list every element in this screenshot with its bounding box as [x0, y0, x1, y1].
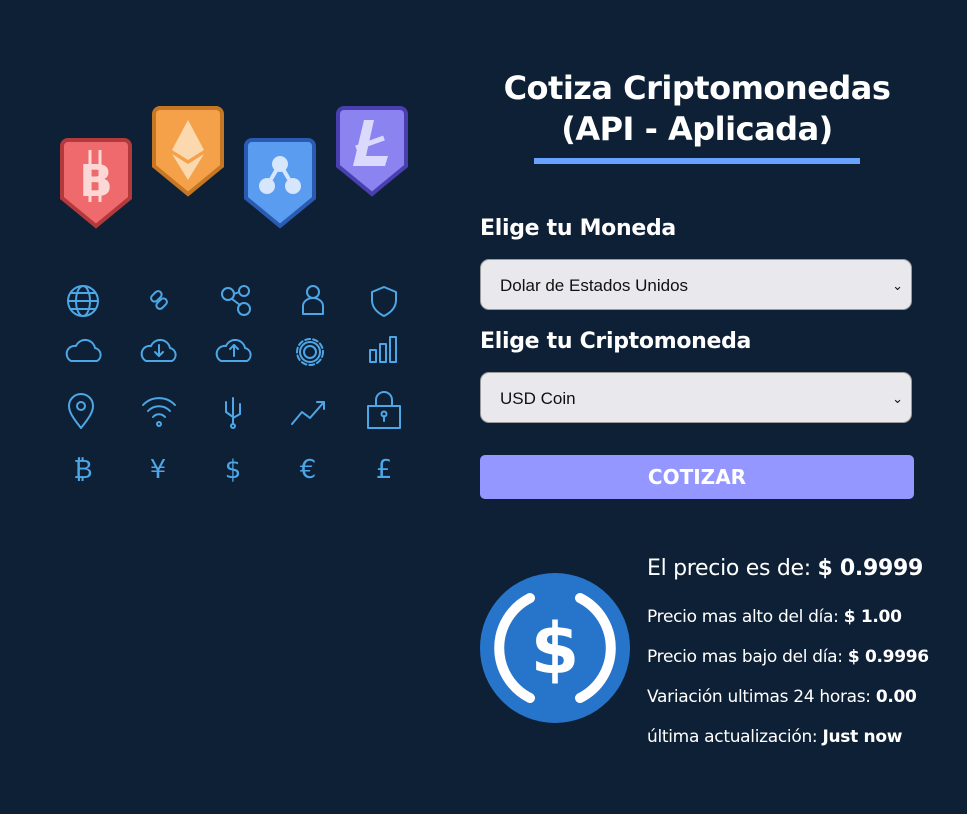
location-pin-icon — [68, 393, 94, 429]
crypto-select[interactable]: USD Coin ⌄ — [480, 372, 912, 423]
currency-select-value: Dolar de Estados Unidos — [500, 276, 689, 295]
currency-label: Elige tu Moneda — [480, 216, 676, 241]
price-label: El precio es de: — [647, 556, 811, 581]
price-value: $ 0.9999 — [817, 556, 924, 581]
usd-coin-icon: $ — [480, 573, 630, 728]
low-label: Precio mas bajo del día: — [647, 647, 843, 667]
cotizar-button[interactable]: COTIZAR — [480, 455, 914, 499]
updated-row: última actualización: Just now — [647, 727, 902, 747]
padlock-icon — [367, 391, 401, 429]
updated-value: Just now — [822, 727, 903, 747]
bar-chart-icon — [369, 336, 397, 363]
updated-label: última actualización: — [647, 727, 818, 747]
cloud-upload-icon — [215, 338, 252, 362]
price-row: El precio es de: $ 0.9999 — [647, 556, 923, 581]
hero-illustration: B ₿ ¥ $ € £ — [0, 0, 460, 814]
shield-icon — [371, 286, 397, 317]
user-icon — [302, 285, 324, 315]
crypto-select-value: USD Coin — [500, 389, 576, 408]
bitcoin-symbol-icon: ₿ — [73, 455, 92, 485]
network-icon — [221, 285, 251, 316]
ethereum-badge-icon — [152, 106, 224, 197]
cloud-download-icon — [140, 338, 177, 362]
trend-up-icon — [291, 401, 325, 425]
page-title: Cotiza Criptomonedas (API - Aplicada) — [503, 69, 891, 148]
pound-icon: £ — [376, 455, 393, 485]
globe-icon — [67, 285, 99, 317]
euro-icon: € — [300, 455, 317, 485]
yen-icon: ¥ — [150, 455, 167, 485]
bitcoin-badge-icon: B — [60, 138, 132, 229]
change-row: Variación ultimas 24 horas: 0.00 — [647, 687, 917, 707]
cloud-icon — [65, 338, 102, 362]
change-label: Variación ultimas 24 horas: — [647, 687, 871, 707]
chevron-down-icon: ⌄ — [892, 278, 903, 293]
low-value: $ 0.9996 — [847, 647, 929, 667]
svg-text:B: B — [79, 156, 113, 207]
high-row: Precio mas alto del día: $ 1.00 — [647, 607, 902, 627]
usb-icon — [225, 397, 241, 429]
svg-text:$: $ — [531, 608, 580, 690]
wifi-icon — [142, 397, 176, 427]
chevron-down-icon: ⌄ — [892, 391, 903, 406]
ripple-badge-icon — [244, 138, 316, 229]
crypto-label: Elige tu Criptomoneda — [480, 329, 752, 354]
high-label: Precio mas alto del día: — [647, 607, 839, 627]
currency-select[interactable]: Dolar de Estados Unidos ⌄ — [480, 259, 912, 310]
dollar-icon: $ — [225, 455, 242, 485]
link-icon — [150, 290, 168, 310]
litecoin-badge-icon — [336, 106, 408, 197]
change-value: 0.00 — [875, 687, 917, 707]
gear-icon — [296, 338, 324, 366]
title-underline — [534, 158, 860, 164]
low-row: Precio mas bajo del día: $ 0.9996 — [647, 647, 929, 667]
high-value: $ 1.00 — [843, 607, 902, 627]
